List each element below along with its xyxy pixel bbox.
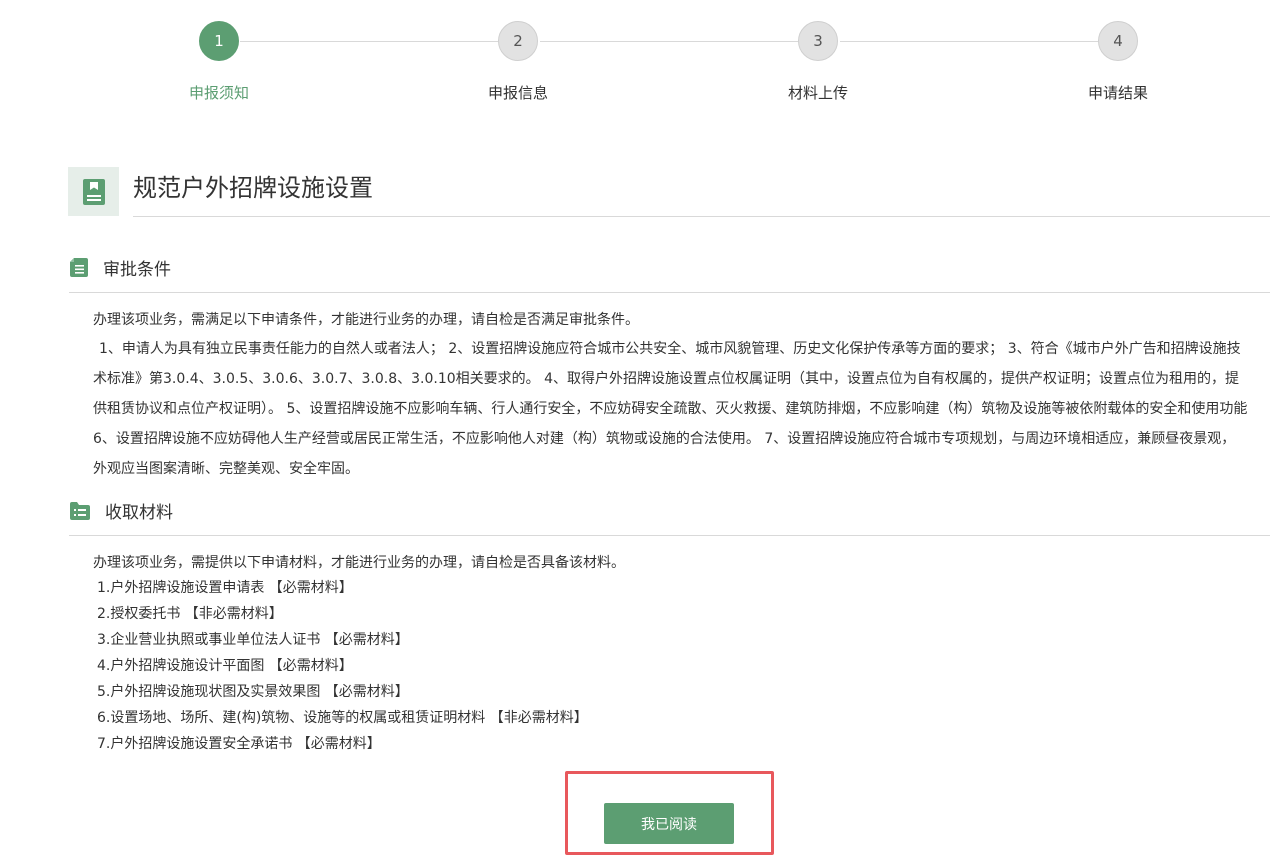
step-2-circle: 2 bbox=[498, 21, 538, 61]
file-list-icon bbox=[70, 258, 88, 277]
material-item: 5.户外招牌设施现状图及实景效果图 【必需材料】 bbox=[97, 684, 409, 700]
title-icon-box bbox=[68, 167, 119, 216]
conditions-heading: 审批条件 bbox=[69, 255, 171, 280]
step-connector bbox=[240, 41, 498, 42]
folder-list-icon bbox=[70, 501, 90, 520]
progress-stepper: 1 2 3 4 申报须知 申报信息 材料上传 申请结果 bbox=[0, 0, 1275, 120]
conditions-text: 1、申请人为具有独立民事责任能力的自然人或者法人； 2、设置招牌设施应符合城市公… bbox=[93, 341, 1248, 477]
material-item: 7.户外招牌设施设置安全承诺书 【必需材料】 bbox=[97, 736, 381, 752]
materials-intro: 办理该项业务，需提供以下申请材料，才能进行业务的办理，请自检是否具备该材料。 bbox=[93, 555, 625, 571]
step-connector bbox=[840, 41, 1098, 42]
materials-list: 1.户外招牌设施设置申请表 【必需材料】 2.授权委托书 【非必需材料】 3.企… bbox=[97, 575, 588, 757]
title-divider bbox=[133, 216, 1270, 217]
conditions-divider bbox=[69, 292, 1270, 293]
step-1-label: 申报须知 bbox=[188, 84, 249, 102]
conditions-heading-label: 审批条件 bbox=[103, 260, 171, 280]
materials-heading-label: 收取材料 bbox=[105, 503, 173, 523]
step-1-circle: 1 bbox=[199, 21, 239, 61]
materials-heading: 收取材料 bbox=[69, 498, 173, 523]
i-have-read-button[interactable]: 我已阅读 bbox=[604, 803, 734, 844]
step-4-circle: 4 bbox=[1098, 21, 1138, 61]
material-item: 3.企业营业执照或事业单位法人证书 【必需材料】 bbox=[97, 632, 409, 648]
step-3-circle: 3 bbox=[798, 21, 838, 61]
step-2-label: 申报信息 bbox=[487, 84, 548, 102]
material-item: 1.户外招牌设施设置申请表 【必需材料】 bbox=[97, 580, 353, 596]
materials-divider bbox=[69, 535, 1270, 536]
material-item: 4.户外招牌设施设计平面图 【必需材料】 bbox=[97, 658, 353, 674]
material-item: 6.设置场地、场所、建(构)筑物、设施等的权属或租赁证明材料 【非必需材料】 bbox=[97, 710, 588, 726]
step-4-label: 申请结果 bbox=[1087, 84, 1148, 102]
page-title: 规范户外招牌设施设置 bbox=[133, 174, 373, 202]
material-item: 2.授权委托书 【非必需材料】 bbox=[97, 606, 283, 622]
step-3-label: 材料上传 bbox=[787, 84, 848, 102]
step-connector bbox=[540, 41, 798, 42]
conditions-intro: 办理该项业务，需满足以下申请条件，才能进行业务的办理，请自检是否满足审批条件。 bbox=[93, 312, 639, 328]
document-icon bbox=[82, 178, 105, 205]
